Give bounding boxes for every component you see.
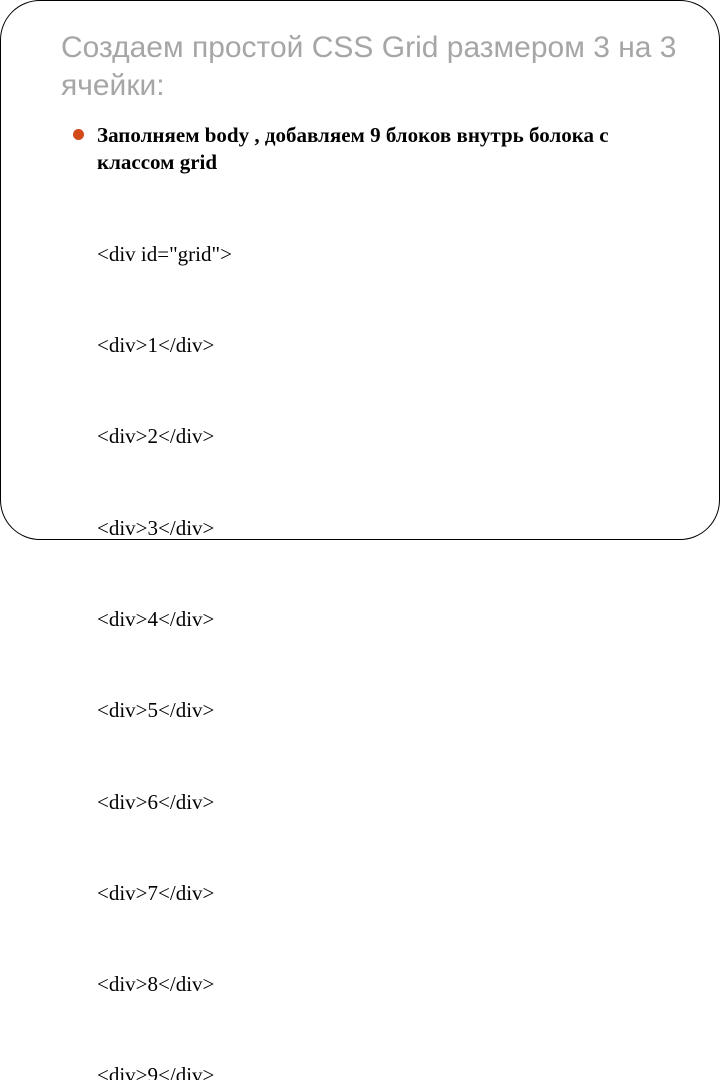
slide-body: Заполняем body , добавляем 9 блоков внут… — [97, 122, 647, 1080]
lead-kw-9: 9 — [370, 123, 386, 147]
code-block: <div id="grid"> <div>1</div> <div>2</div… — [97, 178, 647, 1080]
code-line: <div id="grid"> — [97, 239, 647, 269]
code-line: <div>9</div> — [97, 1060, 647, 1080]
code-line: <div>8</div> — [97, 969, 647, 999]
code-line: <div>7</div> — [97, 878, 647, 908]
lead-part1: Заполняем — [97, 123, 205, 147]
code-line: <div>3</div> — [97, 513, 647, 543]
slide-title: Создаем простой CSS Grid размером 3 на 3… — [61, 29, 687, 104]
code-line: <div>2</div> — [97, 421, 647, 451]
slide-frame: Создаем простой CSS Grid размером 3 на 3… — [0, 0, 720, 540]
lead-text: Заполняем body , добавляем 9 блоков внут… — [97, 122, 647, 176]
bullet-icon — [73, 129, 84, 140]
code-line: <div>1</div> — [97, 330, 647, 360]
bullet-item: Заполняем body , добавляем 9 блоков внут… — [97, 122, 647, 1080]
lead-kw-body: body — [205, 123, 255, 147]
lead-part2: , добавляем — [254, 123, 370, 147]
lead-kw-grid: grid — [180, 150, 217, 174]
code-line: <div>5</div> — [97, 695, 647, 725]
code-line: <div>4</div> — [97, 604, 647, 634]
code-line: <div>6</div> — [97, 787, 647, 817]
